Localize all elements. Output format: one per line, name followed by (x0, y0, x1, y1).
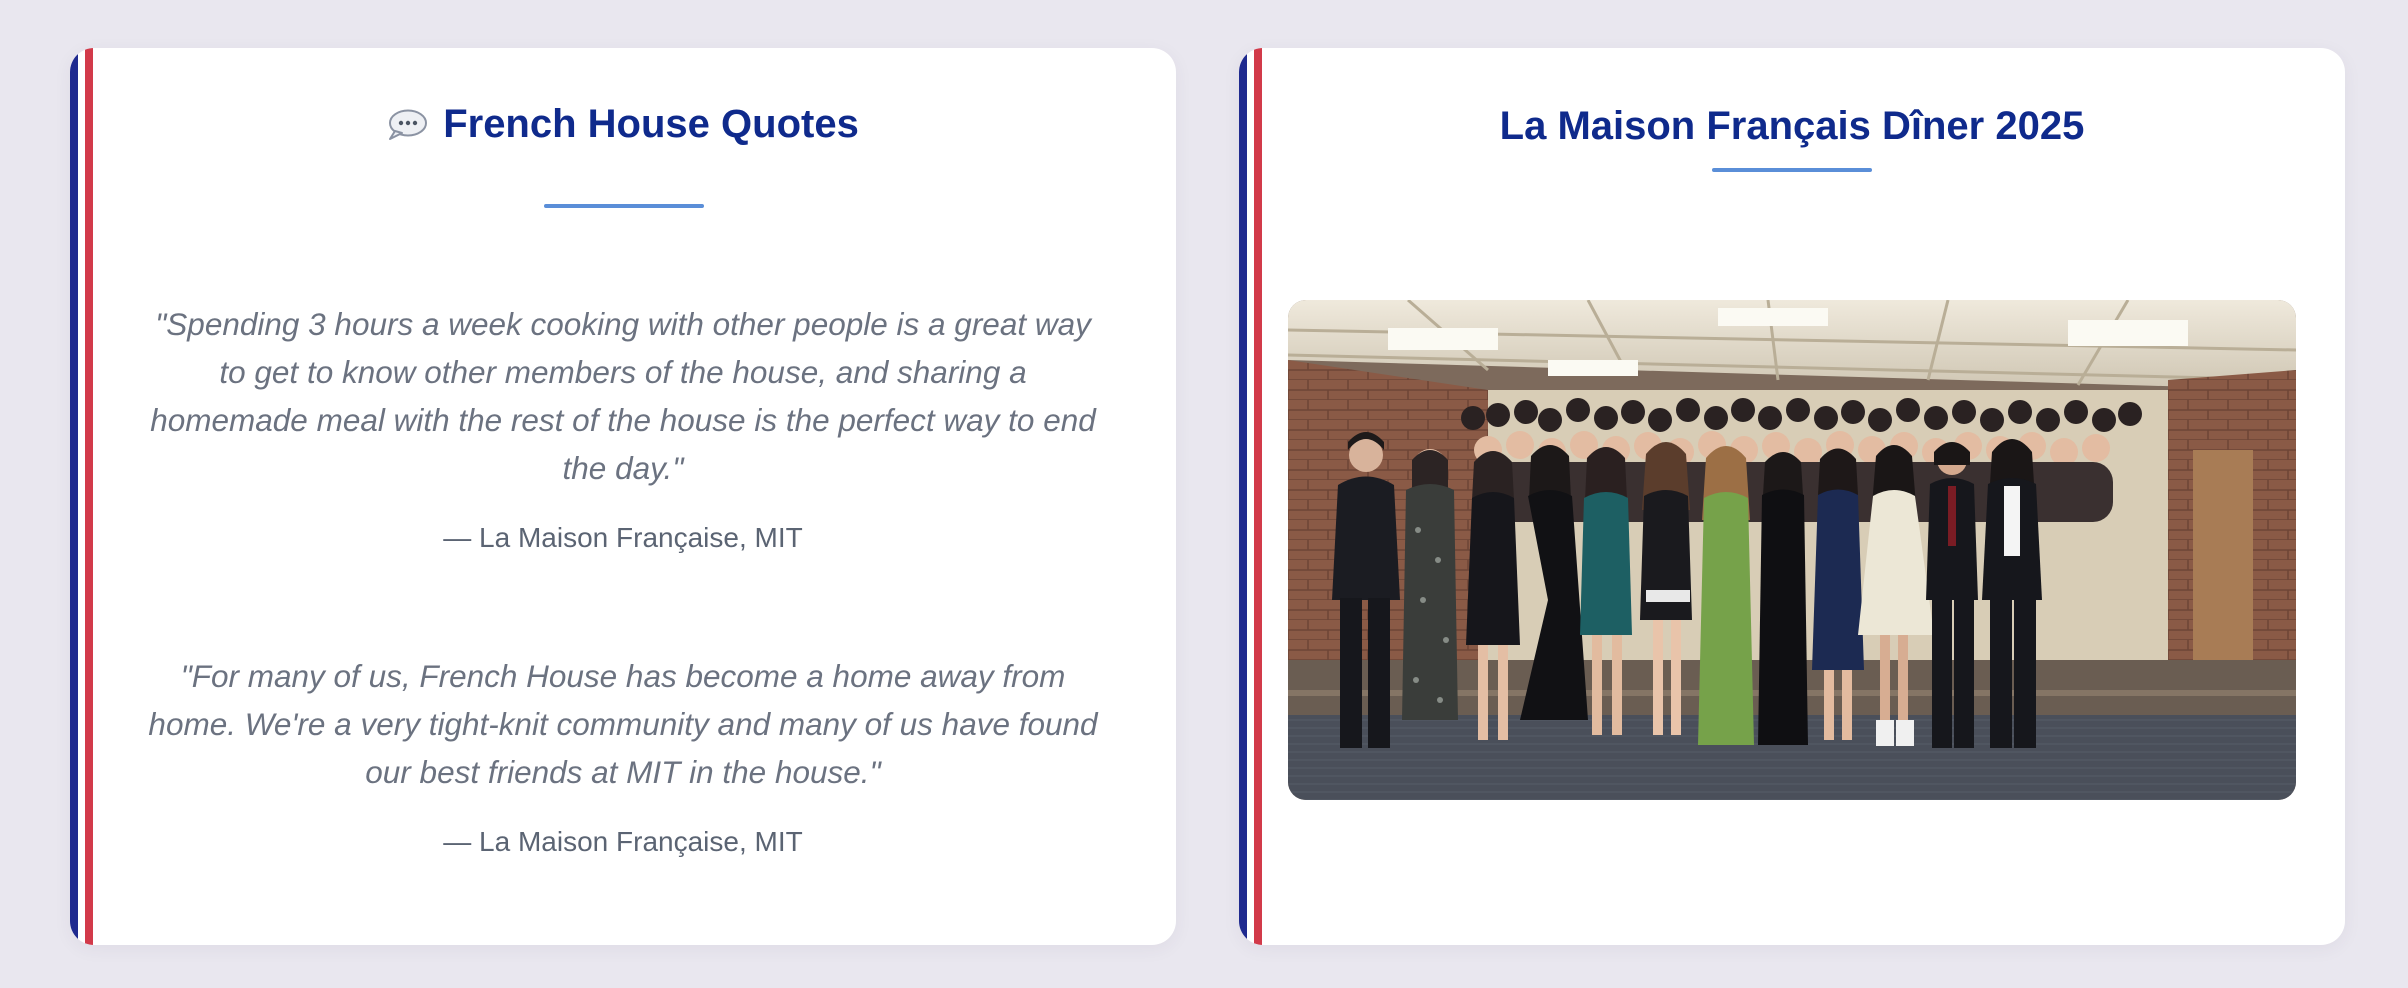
flag-stripe-red (85, 48, 93, 945)
flag-stripe-blue (1239, 48, 1247, 945)
quote-text: "For many of us, French House has become… (148, 658, 1098, 790)
quotes-card-title: French House Quotes (70, 102, 1176, 147)
photo-card-title: La Maison Français Dîner 2025 (1499, 104, 2085, 148)
speech-bubble-icon (389, 109, 428, 140)
quotes-card-title-text: French House Quotes (443, 102, 859, 146)
group-photo-illustration (1288, 300, 2296, 800)
flag-stripe-red (1254, 48, 1262, 945)
quote-attribution: — La Maison Française, MIT (443, 522, 803, 553)
group-photo (1288, 300, 2296, 800)
title-underline (1712, 168, 1872, 172)
quote-attribution: — La Maison Française, MIT (443, 826, 803, 857)
quote-text: "Spending 3 hours a week cooking with ot… (150, 306, 1096, 486)
quotes-card: French House Quotes "Spending 3 hours a … (70, 48, 1176, 945)
photo-card: La Maison Français Dîner 2025 (1239, 48, 2345, 945)
title-underline (544, 204, 704, 208)
flag-stripe-blue (70, 48, 78, 945)
